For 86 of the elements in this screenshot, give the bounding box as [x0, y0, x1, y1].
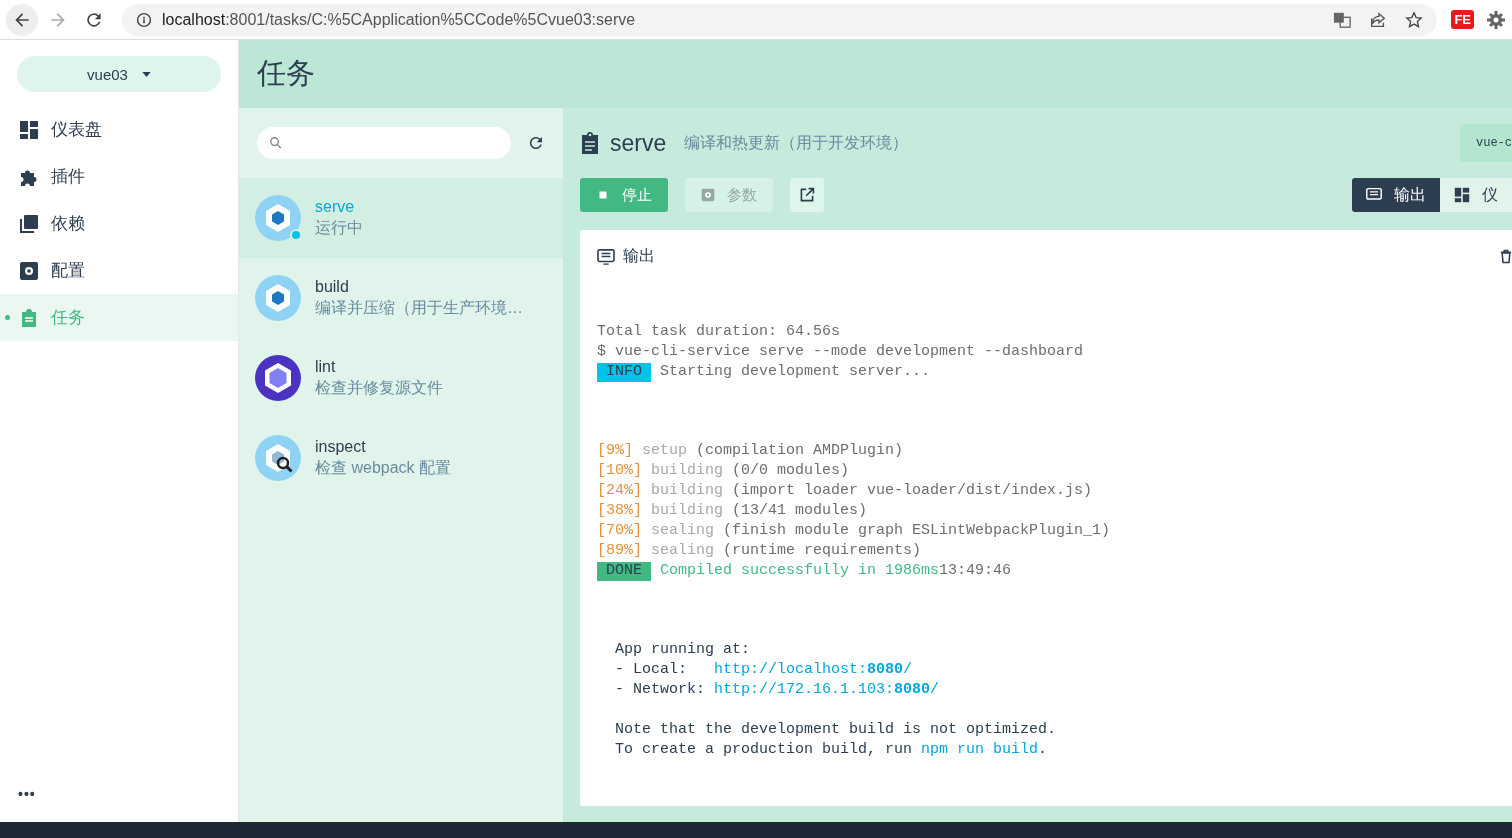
view-tab[interactable]: 仪: [1440, 178, 1512, 212]
task-name: serve: [315, 197, 356, 216]
task-name: build: [315, 277, 350, 296]
nav-item[interactable]: 插件: [0, 153, 238, 200]
project-selector[interactable]: vue03: [17, 56, 221, 92]
log-step: building: [642, 501, 724, 522]
task-logo-icon: [255, 355, 301, 401]
nav-item[interactable]: 依赖: [0, 200, 238, 247]
task-name: inspect: [315, 437, 367, 456]
log-text: (compilation AMDPlugin): [695, 442, 904, 462]
log-text: To create a production build, run: [614, 740, 914, 760]
info-badge: INFO: [597, 362, 651, 383]
search-icon: [269, 136, 283, 150]
log-step: building: [642, 481, 724, 502]
active-dot: [5, 315, 10, 320]
dashboard-icon: [19, 119, 39, 140]
task-description: 运行中: [315, 217, 363, 238]
task-item[interactable]: lint 检查并修复源文件: [239, 338, 563, 418]
page-title: 任务: [257, 56, 315, 91]
done-badge: DONE: [597, 561, 651, 582]
extension-badge[interactable]: FE: [1451, 10, 1474, 29]
log-percent: [89%]: [597, 541, 642, 561]
trash-icon[interactable]: [1500, 249, 1512, 264]
log-percent: [9%]: [597, 442, 633, 462]
translate-icon[interactable]: [1333, 10, 1352, 29]
task-logo-icon: [255, 275, 301, 321]
running-dot: [290, 229, 302, 241]
task-item[interactable]: inspect 检查 webpack 配置: [239, 418, 563, 498]
task-description: 编译和热更新（用于开发环境）: [684, 132, 909, 153]
clipboard-icon: [19, 307, 39, 328]
log-text: - Local:: [614, 660, 688, 680]
log-text: Starting development server...: [659, 362, 931, 382]
log-text: App running at:: [614, 641, 751, 661]
search-field[interactable]: [257, 127, 511, 159]
info-icon: [136, 11, 152, 28]
log-step: setup: [633, 442, 688, 463]
address-bar[interactable]: localhost:8001/tasks/C:%5CApplication%5CCode%5Cvue03:serve: [122, 3, 1438, 36]
log-text: (13/41 modules): [731, 501, 868, 521]
log-percent: [24%]: [597, 481, 642, 501]
open-link-button[interactable]: [790, 178, 824, 212]
puzzle-gear-icon[interactable]: [1486, 9, 1506, 30]
task-item[interactable]: build 编译并压缩（用于生产环境…: [239, 258, 563, 338]
task-description: 检查并修复源文件: [315, 377, 443, 398]
external-link-icon: [799, 187, 815, 203]
output-title: 输出: [623, 246, 655, 266]
log-step: building: [642, 462, 724, 482]
terminal-icon: [597, 248, 615, 265]
log-text: (0/0 modules): [731, 462, 850, 482]
log-text: (import loader vue-loader/dist/index.js): [731, 481, 1093, 501]
task-description: 编译并压缩（用于生产环境…: [315, 297, 523, 318]
task-name: lint: [315, 357, 337, 376]
log-step: sealing: [642, 521, 715, 542]
task-description: 检查 webpack 配置: [315, 457, 452, 478]
url-text: localhost:8001/tasks/C:%5CApplication%5CCode%5Cvue03:serve: [162, 10, 636, 29]
dashboard-icon: [1454, 187, 1470, 203]
log-step: sealing: [642, 541, 715, 562]
back-button[interactable]: [6, 3, 38, 36]
more-menu[interactable]: •••: [0, 786, 238, 822]
log-text: (runtime requirements): [722, 541, 922, 561]
log-percent: [70%]: [597, 521, 642, 541]
log-percent: [10%]: [597, 462, 642, 482]
settings-icon: [701, 188, 715, 202]
log-text: 13:49:46: [939, 561, 1012, 581]
nav-item[interactable]: 仪表盘: [0, 106, 238, 153]
command-badge: vue-c: [1460, 124, 1512, 162]
log-text: Note that the development build is not optimized.: [614, 720, 1057, 740]
share-icon[interactable]: [1369, 10, 1388, 29]
log-text: .: [1038, 740, 1048, 760]
settings-icon: [19, 260, 39, 281]
clipboard-icon: [580, 131, 600, 155]
task-name: serve: [610, 129, 667, 157]
log-text: (finish module graph ESLintWebpackPlugin_1): [722, 521, 1111, 541]
star-icon[interactable]: [1405, 10, 1424, 29]
view-tab[interactable]: 输出: [1352, 178, 1440, 212]
library-icon: [19, 213, 39, 234]
refresh-icon[interactable]: [527, 134, 545, 152]
terminal-icon: [1366, 187, 1382, 203]
caret-icon: [141, 71, 151, 77]
log-text: - Network:: [614, 680, 707, 700]
task-logo-icon: [255, 195, 301, 241]
log-success: Compiled successfully in 1986ms: [659, 561, 940, 581]
log-text: Total task duration: 64.56s: [597, 322, 841, 342]
task-logo-icon: [255, 435, 301, 481]
log-text: $ vue-cli-service serve --mode development --dashboard: [597, 342, 1084, 362]
nav-item[interactable]: 配置: [0, 247, 238, 294]
log-percent: [38%]: [597, 501, 642, 521]
